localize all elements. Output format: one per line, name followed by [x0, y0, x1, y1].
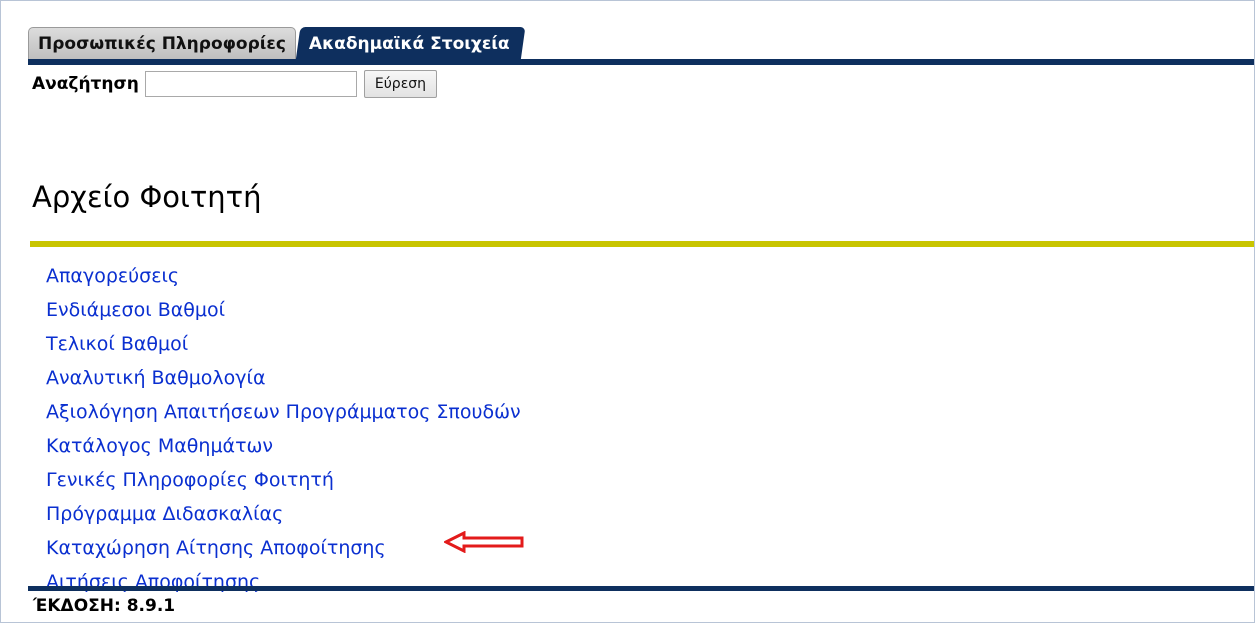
title-divider: [30, 241, 1254, 247]
menu-item-transcript: Αναλυτική Βαθμολογία: [46, 361, 521, 395]
menu-item-final-grades: Τελικοί Βαθμοί: [46, 327, 521, 361]
menu-item-midterm-grades: Ενδιάμεσοι Βαθμοί: [46, 293, 521, 327]
tab-academic-records[interactable]: Ακαδημαϊκά Στοιχεία: [295, 27, 526, 61]
menu-link-class-schedule[interactable]: Πρόγραμμα Διδασκαλίας: [46, 503, 283, 525]
left-arrow-icon: [444, 531, 524, 553]
menu-item-degree-evaluation: Αξιολόγηση Απαιτήσεων Προγράμματος Σπουδ…: [46, 395, 521, 429]
search-input[interactable]: [144, 71, 357, 97]
version-label: ΈΚΔΟΣΗ: 8.9.1: [33, 596, 176, 616]
menu-item-holds: Απαγορεύσεις: [46, 259, 521, 293]
menu-item-class-schedule: Πρόγραμμα Διδασκαλίας: [46, 497, 521, 531]
tab-personal-info[interactable]: Προσωπικές Πληροφορίες: [28, 27, 296, 61]
tab-personal-info-label: Προσωπικές Πληροφορίες: [38, 34, 286, 54]
menu-link-midterm-grades[interactable]: Ενδιάμεσοι Βαθμοί: [46, 299, 225, 321]
menu-link-course-catalog[interactable]: Κατάλογος Μαθημάτων: [46, 435, 273, 457]
menu-link-degree-evaluation[interactable]: Αξιολόγηση Απαιτήσεων Προγράμματος Σπουδ…: [46, 401, 521, 423]
menu-link-final-grades[interactable]: Τελικοί Βαθμοί: [46, 333, 188, 355]
menu-link-apply-graduation[interactable]: Καταχώρηση Αίτησης Αποφοίτησης: [46, 537, 386, 559]
page-frame: Προσωπικές Πληροφορίες Ακαδημαϊκά Στοιχε…: [0, 0, 1255, 623]
footer-divider: [28, 586, 1254, 591]
menu-link-holds[interactable]: Απαγορεύσεις: [46, 265, 179, 287]
search-bar: Αναζήτηση Εύρεση: [32, 70, 438, 98]
menu-item-course-catalog: Κατάλογος Μαθημάτων: [46, 429, 521, 463]
search-label: Αναζήτηση: [32, 74, 139, 94]
menu-link-transcript[interactable]: Αναλυτική Βαθμολογία: [46, 367, 265, 389]
menu-link-student-info[interactable]: Γενικές Πληροφορίες Φοιτητή: [46, 469, 334, 491]
tab-academic-records-label: Ακαδημαϊκά Στοιχεία: [308, 34, 510, 54]
search-button[interactable]: Εύρεση: [363, 70, 438, 98]
tab-divider: [28, 59, 1254, 65]
menu-item-student-info: Γενικές Πληροφορίες Φοιτητή: [46, 463, 521, 497]
page-title: Αρχείο Φοιτητή: [32, 180, 262, 214]
menu-item-graduation-applications: Αιτήσεις Αποφοίτησης: [46, 565, 521, 599]
tab-bar: Προσωπικές Πληροφορίες Ακαδημαϊκά Στοιχε…: [28, 25, 526, 61]
